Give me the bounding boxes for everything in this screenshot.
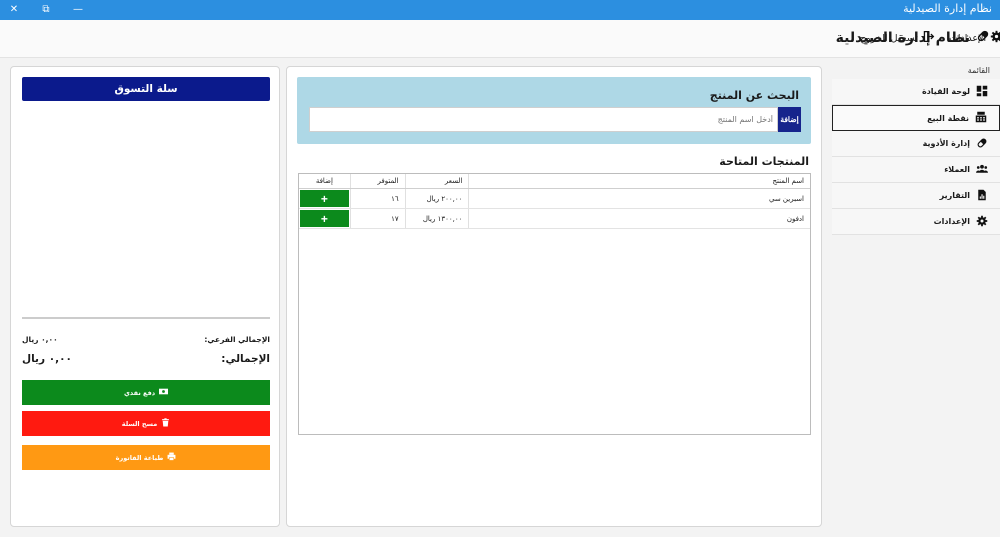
add-to-cart-button[interactable]: + <box>299 210 349 227</box>
pos-main-panel: البحث عن المنتج إضافة المنتجات المتاحة ا… <box>286 66 822 527</box>
print-invoice-button[interactable]: طباعة الفاتورة <box>22 445 270 470</box>
print-invoice-label: طباعة الفاتورة <box>115 453 164 462</box>
gear-icon <box>976 215 988 229</box>
dashboard-icon <box>976 85 988 99</box>
sidebar-item-dashboard[interactable]: لوحة القيادة <box>832 79 1000 105</box>
sidebar-item-pos[interactable]: نقطة البيع <box>832 105 1000 131</box>
clear-cart-button[interactable]: مسح السلة <box>22 411 270 436</box>
trash-icon <box>161 418 170 429</box>
col-add-header: إضافة <box>315 177 333 185</box>
subtotal-row: الإجمالي الفرعي: ٠,٠٠ ريال <box>22 335 270 344</box>
products-table: اسم المنتج السعر المتوفر إضافة اسبرين سي… <box>298 173 811 435</box>
col-name-header: اسم المنتج <box>468 174 810 188</box>
cash-register-icon <box>975 111 987 125</box>
sidebar-item-medicines[interactable]: إدارة الأدوية <box>832 131 1000 157</box>
logout-label: تسجيل الخروج <box>860 32 918 44</box>
subtotal-value: ٠,٠٠ ريال <box>22 335 58 344</box>
product-price: ١٣٠٠,٠٠ ريال <box>404 209 469 228</box>
clear-cart-label: مسح السلة <box>121 419 158 428</box>
search-title: البحث عن المنتج <box>709 89 799 102</box>
cash-payment-button[interactable]: دفع نقدي <box>22 380 270 405</box>
table-row: اسبرين سي ٢٠٠,٠٠ ريال ١٦ + <box>299 189 810 209</box>
sidebar-item-customers[interactable]: العملاء <box>832 157 1000 183</box>
sidebar-item-label: إدارة الأدوية <box>922 139 970 148</box>
window-titlebar: نظام إدارة الصيدلية ✕ ⧉ — <box>0 0 1000 20</box>
table-row: ادفون ١٣٠٠,٠٠ ريال ١٧ + <box>299 209 810 229</box>
row-add-cell: + <box>299 189 350 208</box>
settings-button[interactable]: الإعدادات <box>949 30 1000 46</box>
header-actions: الإعدادات تسجيل الخروج <box>860 30 1000 46</box>
sidebar-item-settings[interactable]: الإعدادات <box>832 209 1000 235</box>
minimize-icon[interactable]: — <box>66 1 90 19</box>
logout-icon <box>922 30 935 46</box>
restore-icon[interactable]: ⧉ <box>34 1 58 19</box>
sidebar-item-label: لوحة القيادة <box>921 87 970 96</box>
window-title: نظام إدارة الصيدلية <box>903 2 992 15</box>
cart-panel: سلة التسوق الإجمالي الفرعي: ٠,٠٠ ريال ال… <box>10 66 280 527</box>
sidebar-item-label: الإعدادات <box>933 217 970 226</box>
cash-icon <box>159 387 169 398</box>
col-stock-header: المتوفر <box>349 174 405 188</box>
sidebar-item-label: التقارير <box>939 191 970 200</box>
table-header: اسم المنتج السعر المتوفر إضافة <box>299 174 810 189</box>
product-stock: ١٦ <box>349 189 405 208</box>
subtotal-label: الإجمالي الفرعي: <box>204 335 270 344</box>
product-name: ادفون <box>468 209 810 228</box>
settings-label: الإعدادات <box>948 32 987 44</box>
product-name: اسبرين سي <box>468 189 810 208</box>
products-title: المنتجات المتاحة <box>719 155 809 168</box>
total-value: ٠,٠٠ ريال <box>22 353 72 365</box>
total-row: الإجمالي: ٠,٠٠ ريال <box>22 353 270 365</box>
sidebar-menu-title: القائمة <box>967 66 990 75</box>
print-icon <box>167 452 176 463</box>
cart-title: سلة التسوق <box>22 77 270 101</box>
users-icon <box>976 163 988 177</box>
product-search-box: البحث عن المنتج إضافة <box>297 77 811 144</box>
sidebar: القائمة لوحة القيادة نقطة البيع إدارة ال… <box>830 58 1000 537</box>
product-stock: ١٧ <box>349 209 405 228</box>
logout-button[interactable]: تسجيل الخروج <box>860 30 935 46</box>
col-price-header: السعر <box>404 174 469 188</box>
sidebar-item-label: نقطة البيع <box>927 113 969 123</box>
sidebar-item-label: العملاء <box>944 165 970 174</box>
close-icon[interactable]: ✕ <box>2 1 26 19</box>
search-add-button[interactable]: إضافة <box>778 107 801 132</box>
add-to-cart-button[interactable]: + <box>299 190 349 207</box>
search-row: إضافة <box>309 107 801 132</box>
row-add-cell: + <box>299 209 350 228</box>
report-icon <box>976 189 988 203</box>
cart-divider <box>22 317 270 319</box>
product-search-input[interactable] <box>309 107 778 132</box>
cash-payment-label: دفع نقدي <box>123 388 156 397</box>
sidebar-item-reports[interactable]: التقارير <box>832 183 1000 209</box>
gear-icon <box>990 30 1000 46</box>
product-price: ٢٠٠,٠٠ ريال <box>404 189 469 208</box>
total-label: الإجمالي: <box>221 353 270 365</box>
pill-icon <box>976 137 988 151</box>
app-header: نظام إدارة الصيدلية الإعدادات تسجيل الخر… <box>0 20 1000 58</box>
